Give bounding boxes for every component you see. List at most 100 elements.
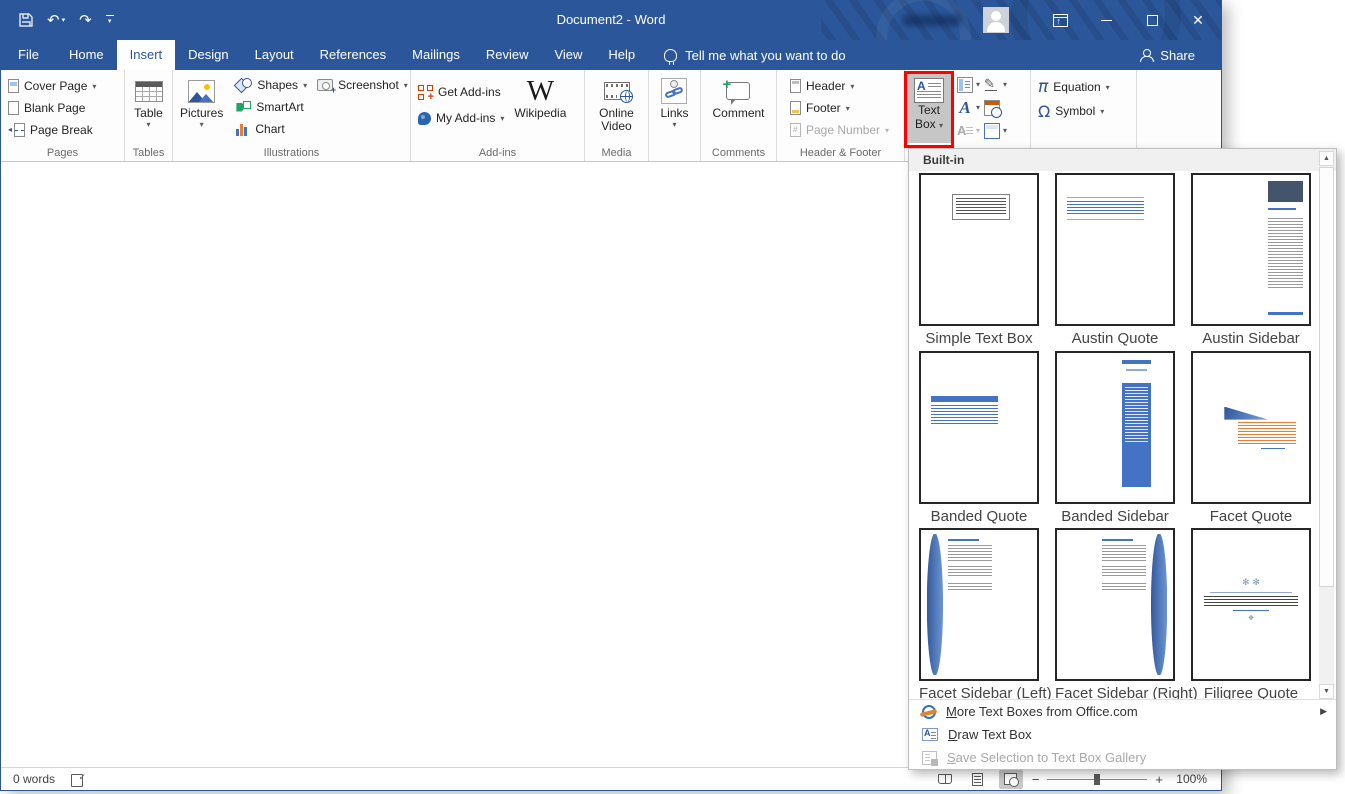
- text-box-icon: A: [914, 78, 944, 103]
- smartart-button[interactable]: SmartArt: [231, 96, 312, 118]
- drop-cap-icon[interactable]: A: [957, 123, 973, 139]
- gallery-item-austin-quote[interactable]: Austin Quote: [1055, 173, 1175, 347]
- caret-icon: ▾: [976, 126, 980, 135]
- close-button[interactable]: ✕: [1175, 0, 1221, 40]
- comment-button[interactable]: + Comment: [707, 73, 769, 145]
- web-layout-button[interactable]: [999, 770, 1023, 789]
- caret-icon: ▾: [976, 103, 980, 112]
- gallery-item-facet-sidebar-right[interactable]: Facet Sidebar (Right): [1055, 528, 1175, 702]
- menu-item-more-text-boxes[interactable]: More Text Boxes from Office.com ▶: [909, 700, 1336, 723]
- caret-icon: ▾: [404, 81, 408, 90]
- tab-insert[interactable]: Insert: [117, 40, 176, 70]
- builtin-section-header: Built-in: [909, 149, 1336, 171]
- table-button[interactable]: Table ▾: [129, 73, 168, 145]
- proofing-icon[interactable]: [71, 773, 86, 786]
- scroll-down-icon[interactable]: ▼: [1319, 684, 1334, 699]
- blank-page-button[interactable]: Blank Page: [3, 97, 101, 119]
- thumbnail-facet-quote: [1191, 351, 1311, 504]
- scroll-up-icon[interactable]: ▲: [1319, 151, 1334, 166]
- group-label-comments: Comments: [701, 147, 776, 159]
- zoom-in-button[interactable]: +: [1155, 773, 1163, 786]
- ribbon-display-options-icon: [1053, 14, 1068, 27]
- equation-pi-icon: π: [1038, 77, 1048, 97]
- gallery-item-banded-sidebar[interactable]: Banded Sidebar: [1055, 351, 1175, 525]
- group-label-media: Media: [585, 147, 648, 159]
- header-button[interactable]: Header▾: [785, 75, 894, 97]
- wikipedia-button[interactable]: W Wikipedia: [509, 73, 571, 145]
- cover-page-button[interactable]: Cover Page▾: [3, 75, 101, 97]
- caret-icon: ▾: [108, 18, 112, 25]
- gallery-item-simple-text-box[interactable]: Simple Text Box: [919, 173, 1039, 347]
- get-addins-button[interactable]: Get Add-ins: [413, 79, 509, 105]
- gallery-item-banded-quote[interactable]: Banded Quote: [919, 351, 1039, 525]
- page-number-button[interactable]: Page Number▾: [785, 119, 894, 141]
- thumbnail-banded-sidebar: [1055, 351, 1175, 504]
- screenshot-icon: [317, 79, 333, 91]
- ribbon-display-options-button[interactable]: [1037, 0, 1083, 40]
- zoom-slider-thumb[interactable]: [1094, 774, 1100, 785]
- user-avatar[interactable]: [983, 7, 1009, 33]
- chart-button[interactable]: Chart: [231, 118, 312, 140]
- smartart-icon: [236, 101, 251, 114]
- redo-button[interactable]: ↷: [79, 13, 92, 28]
- word-count[interactable]: 0 words: [13, 772, 55, 786]
- page-break-button[interactable]: Page Break: [3, 119, 101, 141]
- object-icon[interactable]: [984, 123, 1000, 139]
- caret-icon: ▾: [1100, 107, 1104, 116]
- scrollbar-thumb[interactable]: [1319, 167, 1334, 587]
- tab-file[interactable]: File: [1, 40, 56, 70]
- wordart-icon[interactable]: A: [957, 100, 973, 116]
- my-addins-button[interactable]: My Add-ins▾: [413, 105, 509, 131]
- gallery-item-austin-sidebar[interactable]: Austin Sidebar: [1191, 173, 1311, 347]
- dropdown-menu: More Text Boxes from Office.com ▶ Draw T…: [909, 699, 1336, 769]
- pictures-button[interactable]: Pictures ▾: [175, 73, 228, 145]
- gallery-item-filigree-quote[interactable]: ✻ ✻ ❖ Filigree Quote: [1191, 528, 1311, 702]
- title-bar: ↶▾ ↷ ▾ Document2 - Word ✕: [1, 0, 1221, 40]
- symbol-button[interactable]: Ω Symbol▾: [1033, 99, 1115, 123]
- print-layout-button[interactable]: [966, 770, 990, 789]
- quick-parts-icon[interactable]: [957, 77, 973, 93]
- tab-view[interactable]: View: [541, 40, 595, 70]
- minimize-icon: [1101, 20, 1112, 21]
- equation-button[interactable]: π Equation▾: [1033, 75, 1115, 99]
- caret-icon: ▾: [885, 126, 889, 135]
- date-time-icon[interactable]: [984, 100, 1000, 116]
- menu-item-save-selection[interactable]: Save Selection to Text Box Gallery: [909, 746, 1336, 769]
- tab-mailings[interactable]: Mailings: [399, 40, 473, 70]
- online-video-button[interactable]: Online Video: [594, 73, 639, 145]
- menu-item-draw-text-box[interactable]: Draw Text Box: [909, 723, 1336, 746]
- shapes-button[interactable]: Shapes▾: [231, 74, 312, 96]
- zoom-slider[interactable]: [1047, 779, 1147, 780]
- tab-design[interactable]: Design: [175, 40, 241, 70]
- links-button[interactable]: Links ▾: [655, 73, 693, 145]
- tab-references[interactable]: References: [307, 40, 399, 70]
- text-box-button[interactable]: A Text Box ▾: [907, 73, 951, 143]
- tab-review[interactable]: Review: [473, 40, 542, 70]
- gallery-item-facet-quote[interactable]: Facet Quote: [1191, 351, 1311, 525]
- office-com-globe-icon: [922, 705, 936, 719]
- ribbon-group-links: Links ▾: [649, 70, 701, 161]
- zoom-level[interactable]: 100%: [1171, 772, 1207, 786]
- maximize-button[interactable]: [1129, 0, 1175, 40]
- tab-home[interactable]: Home: [56, 40, 117, 70]
- tab-help[interactable]: Help: [595, 40, 648, 70]
- undo-button[interactable]: ↶▾: [47, 13, 65, 28]
- signature-line-icon[interactable]: ✎: [984, 77, 1000, 93]
- save-button[interactable]: [19, 13, 33, 27]
- tab-layout[interactable]: Layout: [242, 40, 307, 70]
- share-button[interactable]: Share: [1140, 40, 1195, 70]
- thumbnail-banded-quote: [919, 351, 1039, 504]
- read-mode-button[interactable]: [933, 770, 957, 789]
- screenshot-button[interactable]: Screenshot▾: [312, 74, 413, 96]
- caret-icon: ▾: [846, 104, 850, 113]
- thumbnail-facet-sidebar-left: [919, 528, 1039, 681]
- maximize-icon: [1147, 15, 1158, 26]
- footer-button[interactable]: Footer▾: [785, 97, 894, 119]
- gallery-item-facet-sidebar-left[interactable]: Facet Sidebar (Left): [919, 528, 1039, 702]
- tell-me-box[interactable]: Tell me what you want to do: [664, 40, 845, 70]
- caret-icon: ▾: [939, 121, 943, 130]
- zoom-out-button[interactable]: −: [1032, 773, 1040, 786]
- gallery-scrollbar[interactable]: ▲ ▼: [1319, 151, 1334, 699]
- minimize-button[interactable]: [1083, 0, 1129, 40]
- customize-quick-access-button[interactable]: ▾: [106, 15, 114, 25]
